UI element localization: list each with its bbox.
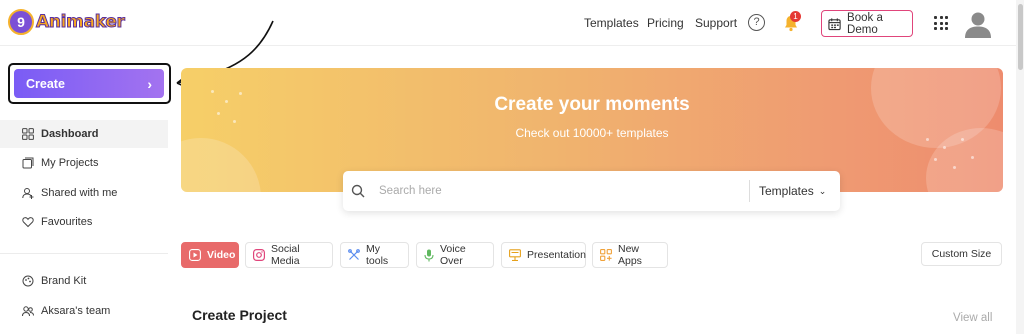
nav-pricing-link[interactable]: Pricing	[647, 16, 684, 30]
category-tab-social-media[interactable]: Social Media	[245, 242, 333, 268]
tools-icon	[348, 249, 360, 260]
shared-icon	[22, 188, 34, 199]
video-icon	[189, 249, 201, 261]
animaker-logo[interactable]: 9 Animaker	[8, 8, 125, 36]
category-tab-voice-over[interactable]: Voice Over	[416, 242, 494, 268]
sidebar-item-my-projects[interactable]: My Projects	[0, 149, 168, 177]
top-navigation-bar: 9 Animaker Templates Pricing Support ? 1…	[0, 0, 1016, 46]
sidebar-item-label: Favourites	[41, 216, 93, 228]
banner-decor-circle	[181, 138, 261, 192]
apps-grid-icon[interactable]	[934, 16, 948, 30]
animaker-dashboard: 9 Animaker Templates Pricing Support ? 1…	[0, 0, 1024, 334]
sidebar-item-label: Aksara's team	[41, 305, 111, 317]
user-avatar-icon[interactable]	[963, 9, 993, 39]
dropdown-value: Templates	[759, 184, 814, 198]
notification-badge: 1	[790, 11, 801, 22]
instagram-icon	[253, 249, 265, 261]
sidebar-divider	[0, 253, 168, 254]
banner-subtitle: Check out 10000+ templates	[515, 126, 669, 140]
projects-icon	[22, 157, 34, 169]
nav-support-link[interactable]: Support	[695, 16, 737, 30]
template-search-bar: Templates ⌄	[343, 171, 840, 211]
create-button-label: Create	[26, 76, 65, 91]
team-icon	[22, 306, 34, 317]
create-button[interactable]: Create ›	[14, 69, 164, 98]
sidebar-item-label: Shared with me	[41, 187, 118, 199]
sidebar-item-label: Dashboard	[41, 128, 99, 140]
view-all-link[interactable]: View all	[953, 312, 992, 324]
mic-icon	[424, 249, 434, 261]
scrollbar-thumb[interactable]	[1018, 4, 1023, 70]
sidebar-item-dashboard[interactable]: Dashboard	[0, 120, 168, 148]
search-type-dropdown[interactable]: Templates ⌄	[750, 184, 826, 198]
heart-icon	[22, 217, 34, 228]
help-icon[interactable]: ?	[748, 14, 765, 31]
logo-mascot-icon: 9	[8, 9, 34, 35]
brand-kit-icon	[22, 275, 34, 287]
category-tab-new-apps[interactable]: New Apps	[592, 242, 668, 268]
category-label: Voice Over	[440, 243, 466, 267]
category-label: Social Media	[271, 243, 300, 267]
book-demo-button[interactable]: Book a Demo	[821, 10, 913, 37]
chevron-down-icon: ⌄	[818, 185, 827, 196]
create-project-heading: Create Project	[192, 307, 287, 323]
category-label: Presentation	[527, 249, 586, 261]
sidebar-item-label: My Projects	[41, 157, 99, 169]
chevron-right-icon: ›	[147, 75, 152, 92]
sidebar-item-shared[interactable]: Shared with me	[0, 179, 168, 207]
category-label: My tools	[366, 243, 389, 267]
sidebar-item-favourites[interactable]: Favourites	[0, 208, 168, 236]
sidebar-item-label: Brand Kit	[41, 275, 87, 287]
banner-title: Create your moments	[494, 94, 690, 115]
category-tab-my-tools[interactable]: My tools	[340, 242, 409, 268]
apps-icon	[600, 249, 612, 261]
sidebar-item-brand-kit[interactable]: Brand Kit	[0, 267, 168, 295]
search-icon	[351, 184, 365, 198]
category-label: Video	[207, 249, 236, 261]
category-label: New Apps	[618, 243, 642, 267]
category-tab-presentation[interactable]: Presentation	[501, 242, 586, 268]
logo-text: Animaker	[36, 12, 126, 33]
calendar-icon	[828, 17, 841, 30]
dashboard-icon	[22, 128, 34, 140]
sidebar-item-team[interactable]: Aksara's team	[0, 297, 168, 325]
search-input[interactable]	[379, 185, 749, 197]
category-tab-video[interactable]: Video	[181, 242, 239, 268]
custom-size-button[interactable]: Custom Size	[921, 242, 1002, 266]
presentation-icon	[509, 249, 521, 261]
nav-templates-link[interactable]: Templates	[584, 16, 639, 30]
book-demo-label: Book a Demo	[847, 11, 883, 36]
